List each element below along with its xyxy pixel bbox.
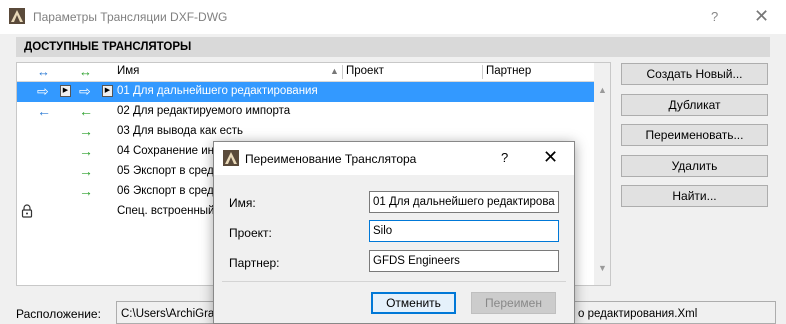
partner-field[interactable] xyxy=(369,250,559,272)
create-new-button[interactable]: Создать Новый... xyxy=(621,63,768,85)
name-label: Имя: xyxy=(229,196,256,210)
translator-name: 03 Для вывода как есть xyxy=(117,125,244,137)
list-item[interactable]: ← ← 02 Для редактируемого импорта xyxy=(17,102,594,122)
name-field[interactable] xyxy=(369,191,559,213)
title-bar: Параметры Трансляции DXF-DWG ? ✕ xyxy=(0,0,786,34)
column-separator[interactable] xyxy=(342,65,343,79)
help-icon[interactable]: ? xyxy=(501,150,508,165)
export-arrow-icon: → xyxy=(79,123,93,139)
window-title: Параметры Трансляции DXF-DWG xyxy=(33,10,228,24)
section-header: ДОСТУПНЫЕ ТРАНСЛЯТОРЫ xyxy=(16,37,770,57)
location-label: Расположение: xyxy=(16,307,101,321)
sort-up-icon: ▲ xyxy=(330,66,339,76)
list-scrollbar[interactable]: ▲ ▼ xyxy=(594,63,610,285)
translator-name: 02 Для редактируемого импорта xyxy=(117,105,291,117)
export-arrow-icon: → xyxy=(79,183,93,199)
import-arrow-icon: ⇨ xyxy=(37,83,49,99)
delete-button[interactable]: Удалить xyxy=(621,155,768,177)
export-arrow-icon: → xyxy=(79,163,93,179)
list-item[interactable]: ⇨ ▶ ⇨ ▶ 01 Для дальнейшего редактировани… xyxy=(17,82,594,102)
list-header: ↔ ↔ Имя ▲ Проект Партнер xyxy=(17,63,594,82)
divider xyxy=(222,281,566,282)
location-path-start: C:\Users\ArchiGrap xyxy=(121,308,221,320)
lock-icon xyxy=(21,204,33,218)
close-icon[interactable]: ✕ xyxy=(543,147,558,168)
import-arrow-icon: ← xyxy=(37,103,51,119)
find-button[interactable]: Найти... xyxy=(621,185,768,207)
translator-name: 05 Экспорт в сред xyxy=(117,165,214,177)
app-icon xyxy=(9,8,25,24)
translator-name: 01 Для дальнейшего редактирования xyxy=(117,85,318,97)
translator-name: 06 Экспорт в сред xyxy=(117,185,214,197)
duplicate-button[interactable]: Дубликат xyxy=(621,94,768,116)
dialog-title: Переименование Транслятора xyxy=(245,152,417,166)
rename-confirm-button[interactable]: Переимен xyxy=(471,292,556,314)
translator-name: 04 Сохранение ин xyxy=(117,145,214,157)
column-name[interactable]: Имя xyxy=(117,65,139,77)
play-icon[interactable]: ▶ xyxy=(102,85,113,97)
column-partner[interactable]: Партнер xyxy=(486,65,531,77)
column-project[interactable]: Проект xyxy=(346,65,384,77)
help-icon[interactable]: ? xyxy=(711,9,718,24)
scroll-down-icon[interactable]: ▼ xyxy=(598,263,607,273)
export-arrow-icon: ⇨ xyxy=(79,83,91,99)
translator-name: Спец. встроенный xyxy=(117,205,215,217)
close-icon[interactable]: ✕ xyxy=(754,6,769,27)
project-label: Проект: xyxy=(229,226,272,240)
app-icon xyxy=(223,150,239,166)
column-separator[interactable] xyxy=(482,65,483,79)
rename-dialog: Переименование Транслятора ? ✕ Имя: Прое… xyxy=(213,141,575,324)
list-item[interactable]: → 03 Для вывода как есть xyxy=(17,122,594,142)
import-column-icon[interactable]: ↔ xyxy=(37,64,50,79)
export-column-icon[interactable]: ↔ xyxy=(79,64,92,79)
dialog-title-bar: Переименование Транслятора ? ✕ xyxy=(214,142,574,175)
location-path-end: о редактирования.Xml xyxy=(578,308,698,320)
rename-button[interactable]: Переименовать... xyxy=(621,124,768,146)
export-arrow-icon: → xyxy=(79,143,93,159)
project-field[interactable] xyxy=(369,220,559,242)
scroll-up-icon[interactable]: ▲ xyxy=(598,85,607,95)
play-icon[interactable]: ▶ xyxy=(60,85,71,97)
partner-label: Партнер: xyxy=(229,256,280,270)
export-arrow-icon: ← xyxy=(79,103,93,119)
cancel-button[interactable]: Отменить xyxy=(371,292,456,314)
